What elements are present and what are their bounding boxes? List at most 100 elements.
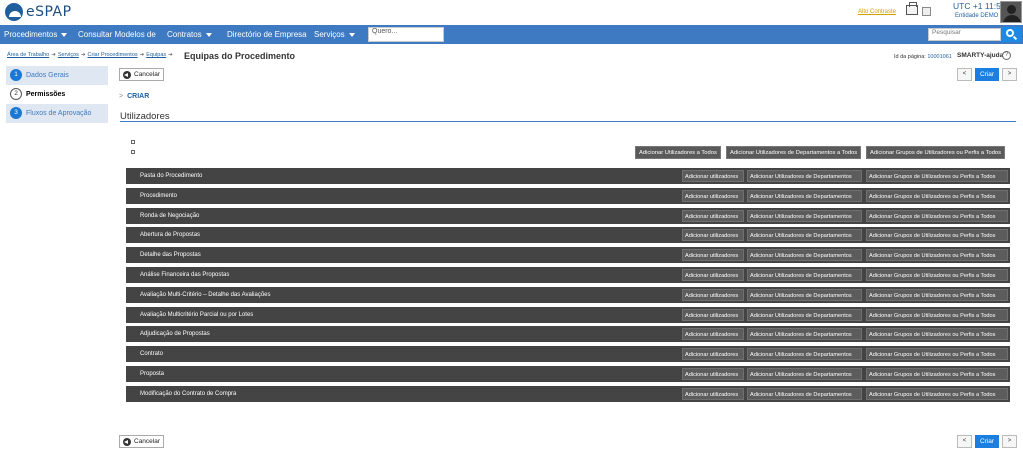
breadcrumb-item[interactable]: Serviços [58,52,79,58]
add-department-users-button[interactable]: Adicionar Utilizadores de Departamentos [747,210,862,222]
row-label: Abertura de Propostas [140,232,201,238]
breadcrumb-item[interactable]: Área de Trabalho [7,52,49,58]
avatar[interactable] [1000,1,1022,23]
quick-action-input[interactable]: Quero... [368,27,444,42]
add-users-button[interactable]: Adicionar utilizadores [682,388,744,400]
add-groups-button[interactable]: Adicionar Grupos de Utilizadores ou Perf… [866,309,1008,321]
add-users-button[interactable]: Adicionar utilizadores [682,328,744,340]
cancel-label: Cancelar [134,71,161,78]
expand-icon[interactable] [131,140,135,144]
briefcase-icon[interactable] [906,2,918,15]
add-groups-button[interactable]: Adicionar Grupos de Utilizadores ou Perf… [866,269,1008,281]
smarty-help-link[interactable]: SMARTY-ajuda [957,52,1003,59]
section-divider [120,121,1016,122]
step-fluxos-aprovacao[interactable]: 3 Fluxos de Aprovação [6,104,108,123]
next-button[interactable]: > [1002,68,1017,81]
add-department-users-button[interactable]: Adicionar Utilizadores de Departamentos [747,348,862,360]
add-users-button[interactable]: Adicionar utilizadores [682,368,744,380]
add-users-all-button[interactable]: Adicionar Utilizadores a Todos [635,146,721,159]
nav-label: Contratos [167,30,202,39]
previous-button[interactable]: < [957,68,972,81]
add-department-users-button[interactable]: Adicionar Utilizadores de Departamentos [747,170,862,182]
nav-procedimentos[interactable]: Procedimentos [4,25,68,44]
top-header: eSPAP Alto Contraste UTC +1 11:59:52 Ent… [0,0,1023,25]
add-department-users-button[interactable]: Adicionar Utilizadores de Departamentos [747,249,862,261]
cancel-button[interactable]: Cancelar [119,68,165,81]
table-row: Contrato Adicionar utilizadores Adicionar … [126,346,1010,362]
table-row: Ronda de Negociação Adicionar utilizadore… [126,208,1010,224]
add-department-users-button[interactable]: Adicionar Utilizadores de Departamentos [747,328,862,340]
add-department-users-button[interactable]: Adicionar Utilizadores de Departamentos [747,309,862,321]
add-department-users-all-button[interactable]: Adicionar Utilizadores de Departamentos … [726,146,862,159]
table-row: Pasta do Procedimento Adicionar utilizado… [126,168,1010,184]
wizard-steps: 1 Dados Gerais 2 Permissões 3 Fluxos de Apr… [6,66,108,123]
collapse-icon[interactable] [131,150,135,154]
next-button-bottom[interactable]: > [1002,435,1017,448]
add-department-users-button[interactable]: Adicionar Utilizadores de Departamentos [747,229,862,241]
step-permissoes[interactable]: 2 Permissões [6,85,108,104]
chevron-down-icon [205,32,212,37]
page-id-label: Id da página: [894,54,926,60]
arrow-right-icon: ➔ [80,52,86,58]
step-label: Fluxos de Aprovação [26,110,92,117]
criar-section[interactable]: > CRIAR [119,93,149,100]
document-icon[interactable] [922,7,931,16]
nav-consultar-modelos[interactable]: Consultar Modelos de [78,25,156,44]
step-label: Dados Gerais [26,72,69,79]
arrow-right-icon: ➔ [139,52,145,58]
entity-link[interactable]: Entidade DEMO [955,13,998,19]
add-department-users-button[interactable]: Adicionar Utilizadores de Departamentos [747,269,862,281]
add-users-button[interactable]: Adicionar utilizadores [682,229,744,241]
add-groups-button[interactable]: Adicionar Grupos de Utilizadores ou Perf… [866,190,1008,202]
row-label: Pasta do Procedimento [140,173,203,179]
espap-logo[interactable]: eSPAP [5,3,72,21]
high-contrast-link[interactable]: Alto Contraste [858,9,896,15]
step-number: 1 [10,69,22,81]
add-groups-all-button[interactable]: Adicionar Grupos de Utilizadores ou Perf… [866,146,1006,159]
back-arrow-icon [123,71,131,79]
add-department-users-button[interactable]: Adicionar Utilizadores de Departamentos [747,190,862,202]
search-button[interactable] [1001,27,1021,42]
add-users-button[interactable]: Adicionar utilizadores [682,348,744,360]
add-users-button[interactable]: Adicionar utilizadores [682,210,744,222]
add-users-button[interactable]: Adicionar utilizadores [682,170,744,182]
add-groups-button[interactable]: Adicionar Grupos de Utilizadores ou Perf… [866,289,1008,301]
add-users-button[interactable]: Adicionar utilizadores [682,309,744,321]
add-users-button[interactable]: Adicionar utilizadores [682,249,744,261]
add-department-users-button[interactable]: Adicionar Utilizadores de Departamentos [747,368,862,380]
arrow-right-icon: ➔ [51,52,56,58]
logo-icon [5,3,23,21]
nav-servicos[interactable]: Serviços [314,25,355,44]
cancel-button-bottom[interactable]: Cancelar [119,435,165,448]
step-dados-gerais[interactable]: 1 Dados Gerais [6,66,108,85]
previous-button-bottom[interactable]: < [957,435,972,448]
search-input[interactable]: Pesquisar [928,28,1001,41]
row-label: Proposta [140,371,165,377]
add-department-users-button[interactable]: Adicionar Utilizadores de Departamentos [747,388,862,400]
add-department-users-button[interactable]: Adicionar Utilizadores de Departamentos [747,289,862,301]
table-row: Proposta Adicionar utilizadores Adicionar … [126,366,1010,382]
nav-contratos[interactable]: Contratos [167,25,212,44]
table-row: Avaliação Multi-Critério – Detalhe das A… [126,287,1010,303]
add-groups-button[interactable]: Adicionar Grupos de Utilizadores ou Perf… [866,328,1008,340]
add-groups-button[interactable]: Adicionar Grupos de Utilizadores ou Perf… [866,348,1008,360]
add-groups-button[interactable]: Adicionar Grupos de Utilizadores ou Perf… [866,210,1008,222]
page-id: Id da página: 10001061 [894,54,952,60]
add-groups-button[interactable]: Adicionar Grupos de Utilizadores ou Perf… [866,388,1008,400]
help-icon[interactable]: ? [1002,51,1011,60]
add-users-button[interactable]: Adicionar utilizadores [682,269,744,281]
add-users-button[interactable]: Adicionar utilizadores [682,289,744,301]
breadcrumb-item[interactable]: Equipas [146,52,166,58]
add-users-button[interactable]: Adicionar utilizadores [682,190,744,202]
add-groups-button[interactable]: Adicionar Grupos de Utilizadores ou Perf… [866,170,1008,182]
row-label: Contrato [140,351,164,357]
nav-directorio[interactable]: Directório de Empresa [227,25,307,44]
create-button-bottom[interactable]: Criar [975,435,999,448]
add-groups-button[interactable]: Adicionar Grupos de Utilizadores ou Perf… [866,229,1008,241]
add-groups-button[interactable]: Adicionar Grupos de Utilizadores ou Perf… [866,249,1008,261]
table-row: Detalhe das Propostas Adicionar utilizado… [126,247,1010,263]
nav-label: Serviços [314,30,345,39]
add-groups-button[interactable]: Adicionar Grupos de Utilizadores ou Perf… [866,368,1008,380]
create-button[interactable]: Criar [975,68,999,81]
breadcrumb-item[interactable]: Criar Procedimentos [88,52,138,58]
